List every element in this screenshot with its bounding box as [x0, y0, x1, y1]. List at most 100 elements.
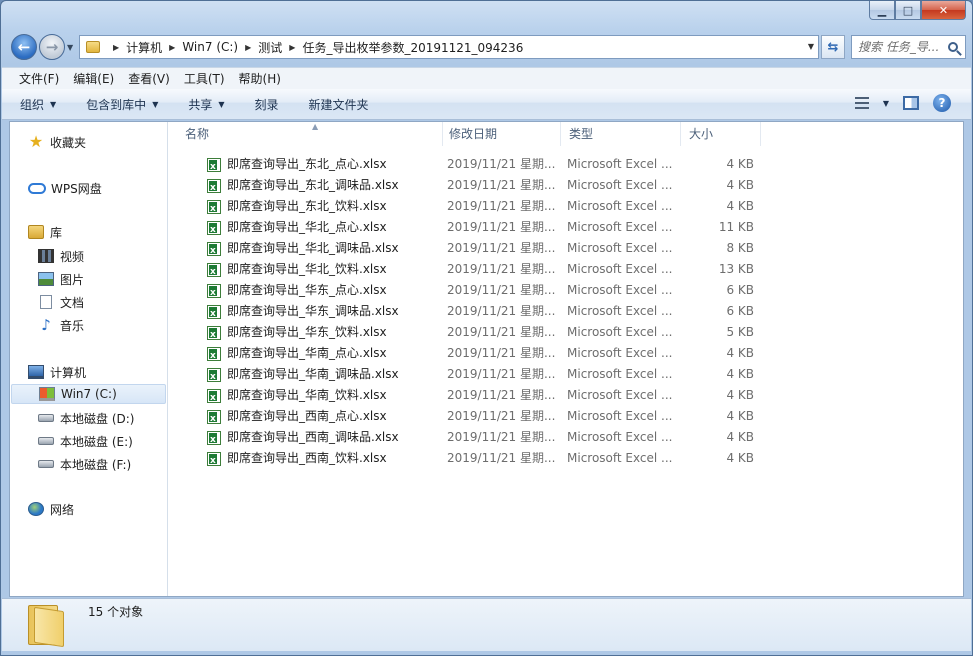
recent-pages-dropdown-icon[interactable]: ▼: [67, 43, 73, 52]
chevron-right-icon[interactable]: ▶: [289, 43, 295, 52]
nav-drive-c[interactable]: Win7 (C:): [11, 384, 166, 404]
file-name: 即席查询导出_西南_饮料.xlsx: [227, 451, 387, 465]
windows-drive-icon: [39, 387, 55, 401]
file-row[interactable]: 即席查询导出_东北_调味品.xlsx 2019/11/21 星期... Micros…: [169, 175, 769, 196]
excel-file-icon: [207, 304, 221, 322]
burn-label: 刻录: [254, 97, 279, 112]
chevron-right-icon[interactable]: ▶: [169, 43, 175, 52]
search-icon[interactable]: [948, 42, 958, 52]
file-name-cell[interactable]: 即席查询导出_华东_点心.xlsx: [207, 280, 387, 301]
breadcrumb-drive-c[interactable]: Win7 (C:): [182, 40, 238, 54]
file-name-cell[interactable]: 即席查询导出_东北_点心.xlsx: [207, 154, 387, 175]
music-icon: ♪: [41, 316, 51, 334]
menu-help[interactable]: 帮助(H): [232, 70, 288, 87]
file-name-cell[interactable]: 即席查询导出_华南_点心.xlsx: [207, 343, 387, 364]
column-header-name[interactable]: 名称 ▲: [177, 122, 443, 146]
file-row[interactable]: 即席查询导出_华东_调味品.xlsx 2019/11/21 星期... Micros…: [169, 301, 769, 322]
nav-wps-drive[interactable]: WPS网盘: [28, 178, 102, 198]
file-row[interactable]: 即席查询导出_华南_调味品.xlsx 2019/11/21 星期... Micros…: [169, 364, 769, 385]
file-date: 2019/11/21 星期...: [447, 367, 555, 381]
nav-documents[interactable]: 文档: [38, 292, 84, 312]
nav-drive-f[interactable]: 本地磁盘 (F:): [38, 454, 131, 474]
file-name-cell[interactable]: 即席查询导出_西南_调味品.xlsx: [207, 427, 399, 448]
disk-icon: [38, 460, 54, 468]
menu-view[interactable]: 查看(V): [121, 70, 177, 87]
file-row[interactable]: 即席查询导出_华东_饮料.xlsx 2019/11/21 星期... Microso…: [169, 322, 769, 343]
preview-pane-icon[interactable]: [903, 96, 919, 110]
chevron-down-icon[interactable]: ▼: [883, 99, 889, 108]
file-name-cell[interactable]: 即席查询导出_华南_调味品.xlsx: [207, 364, 399, 385]
menu-edit[interactable]: 编辑(E): [66, 70, 121, 87]
menu-file[interactable]: 文件(F): [12, 70, 66, 87]
search-box[interactable]: [851, 35, 966, 59]
new-folder-button[interactable]: 新建文件夹: [309, 96, 369, 113]
maximize-button[interactable]: □: [895, 1, 921, 20]
file-size: 8 KB: [726, 241, 754, 255]
file-name-cell[interactable]: 即席查询导出_东北_饮料.xlsx: [207, 196, 387, 217]
burn-button[interactable]: 刻录: [255, 96, 279, 113]
file-date: 2019/11/21 星期...: [447, 262, 555, 276]
column-label: 大小: [689, 127, 714, 141]
file-size: 6 KB: [726, 304, 754, 318]
file-row[interactable]: 即席查询导出_东北_饮料.xlsx 2019/11/21 星期... Microso…: [169, 196, 769, 217]
chevron-right-icon[interactable]: ▶: [245, 43, 251, 52]
file-row[interactable]: 即席查询导出_华北_调味品.xlsx 2019/11/21 星期... Micros…: [169, 238, 769, 259]
include-in-library-button[interactable]: 包含到库中 ▼: [86, 96, 158, 113]
file-name-cell[interactable]: 即席查询导出_东北_调味品.xlsx: [207, 175, 399, 196]
nav-drive-e[interactable]: 本地磁盘 (E:): [38, 431, 133, 451]
file-row[interactable]: 即席查询导出_西南_饮料.xlsx 2019/11/21 星期... Microso…: [169, 448, 769, 469]
help-icon[interactable]: ?: [933, 94, 951, 112]
nav-music[interactable]: ♪ 音乐: [38, 315, 84, 335]
nav-pictures[interactable]: 图片: [38, 269, 84, 289]
file-row[interactable]: 即席查询导出_西南_点心.xlsx 2019/11/21 星期... Microso…: [169, 406, 769, 427]
share-button[interactable]: 共享 ▼: [188, 96, 224, 113]
nav-label: Win7 (C:): [61, 387, 117, 401]
file-name-cell[interactable]: 即席查询导出_华东_饮料.xlsx: [207, 322, 387, 343]
organize-button[interactable]: 组织 ▼: [20, 96, 56, 113]
nav-favorites[interactable]: ★ 收藏夹: [28, 132, 86, 152]
main-area: ★ 收藏夹 WPS网盘 库 视频 图片 文档 ♪ 音乐 计算机 Win7 (C:…: [9, 121, 964, 597]
share-label: 共享: [188, 97, 213, 112]
column-header-type[interactable]: 类型: [561, 122, 681, 146]
chevron-down-icon: ▼: [218, 99, 225, 109]
column-header-date[interactable]: 修改日期: [441, 122, 561, 146]
back-button[interactable]: ←: [11, 34, 37, 60]
file-name-cell[interactable]: 即席查询导出_华北_调味品.xlsx: [207, 238, 399, 259]
file-type: Microsoft Excel ...: [567, 367, 673, 381]
menu-tools[interactable]: 工具(T): [177, 70, 232, 87]
file-name-cell[interactable]: 即席查询导出_华南_饮料.xlsx: [207, 385, 387, 406]
refresh-button[interactable]: ⇆: [821, 35, 845, 59]
breadcrumb-computer[interactable]: 计算机: [126, 39, 162, 56]
chevron-right-icon[interactable]: ▶: [113, 43, 119, 52]
breadcrumb-current-folder[interactable]: 任务_导出枚举参数_20191121_094236: [302, 39, 523, 56]
close-button[interactable]: ✕: [921, 1, 966, 20]
sort-ascending-icon: ▲: [312, 122, 319, 131]
file-row[interactable]: 即席查询导出_华北_饮料.xlsx 2019/11/21 星期... Microso…: [169, 259, 769, 280]
forward-button[interactable]: →: [39, 34, 65, 60]
file-name-cell[interactable]: 即席查询导出_西南_饮料.xlsx: [207, 448, 387, 469]
file-row[interactable]: 即席查询导出_华南_饮料.xlsx 2019/11/21 星期... Microso…: [169, 385, 769, 406]
nav-label: 网络: [50, 502, 75, 517]
view-options-icon[interactable]: [854, 97, 869, 109]
nav-videos[interactable]: 视频: [38, 246, 84, 266]
file-row[interactable]: 即席查询导出_东北_点心.xlsx 2019/11/21 星期... Microso…: [169, 154, 769, 175]
breadcrumb-test[interactable]: 测试: [258, 39, 282, 56]
minimize-button[interactable]: ▁: [869, 1, 895, 20]
file-row[interactable]: 即席查询导出_西南_调味品.xlsx 2019/11/21 星期... Micros…: [169, 427, 769, 448]
column-header-size[interactable]: 大小: [681, 122, 761, 146]
address-bar[interactable]: ▶ 计算机 ▶ Win7 (C:) ▶ 测试 ▶ 任务_导出枚举参数_20191…: [79, 35, 819, 59]
address-dropdown-icon[interactable]: ▼: [808, 42, 814, 51]
search-input[interactable]: [858, 40, 944, 54]
nav-computer[interactable]: 计算机: [28, 362, 86, 382]
nav-libraries[interactable]: 库: [28, 222, 62, 242]
file-row[interactable]: 即席查询导出_华南_点心.xlsx 2019/11/21 星期... Microso…: [169, 343, 769, 364]
nav-drive-d[interactable]: 本地磁盘 (D:): [38, 408, 134, 428]
file-name-cell[interactable]: 即席查询导出_华北_饮料.xlsx: [207, 259, 387, 280]
nav-network[interactable]: 网络: [28, 499, 74, 519]
file-name-cell[interactable]: 即席查询导出_华北_点心.xlsx: [207, 217, 387, 238]
file-row[interactable]: 即席查询导出_华北_点心.xlsx 2019/11/21 星期... Microso…: [169, 217, 769, 238]
file-name-cell[interactable]: 即席查询导出_华东_调味品.xlsx: [207, 301, 399, 322]
file-row[interactable]: 即席查询导出_华东_点心.xlsx 2019/11/21 星期... Microso…: [169, 280, 769, 301]
file-size: 4 KB: [726, 178, 754, 192]
file-name-cell[interactable]: 即席查询导出_西南_点心.xlsx: [207, 406, 387, 427]
